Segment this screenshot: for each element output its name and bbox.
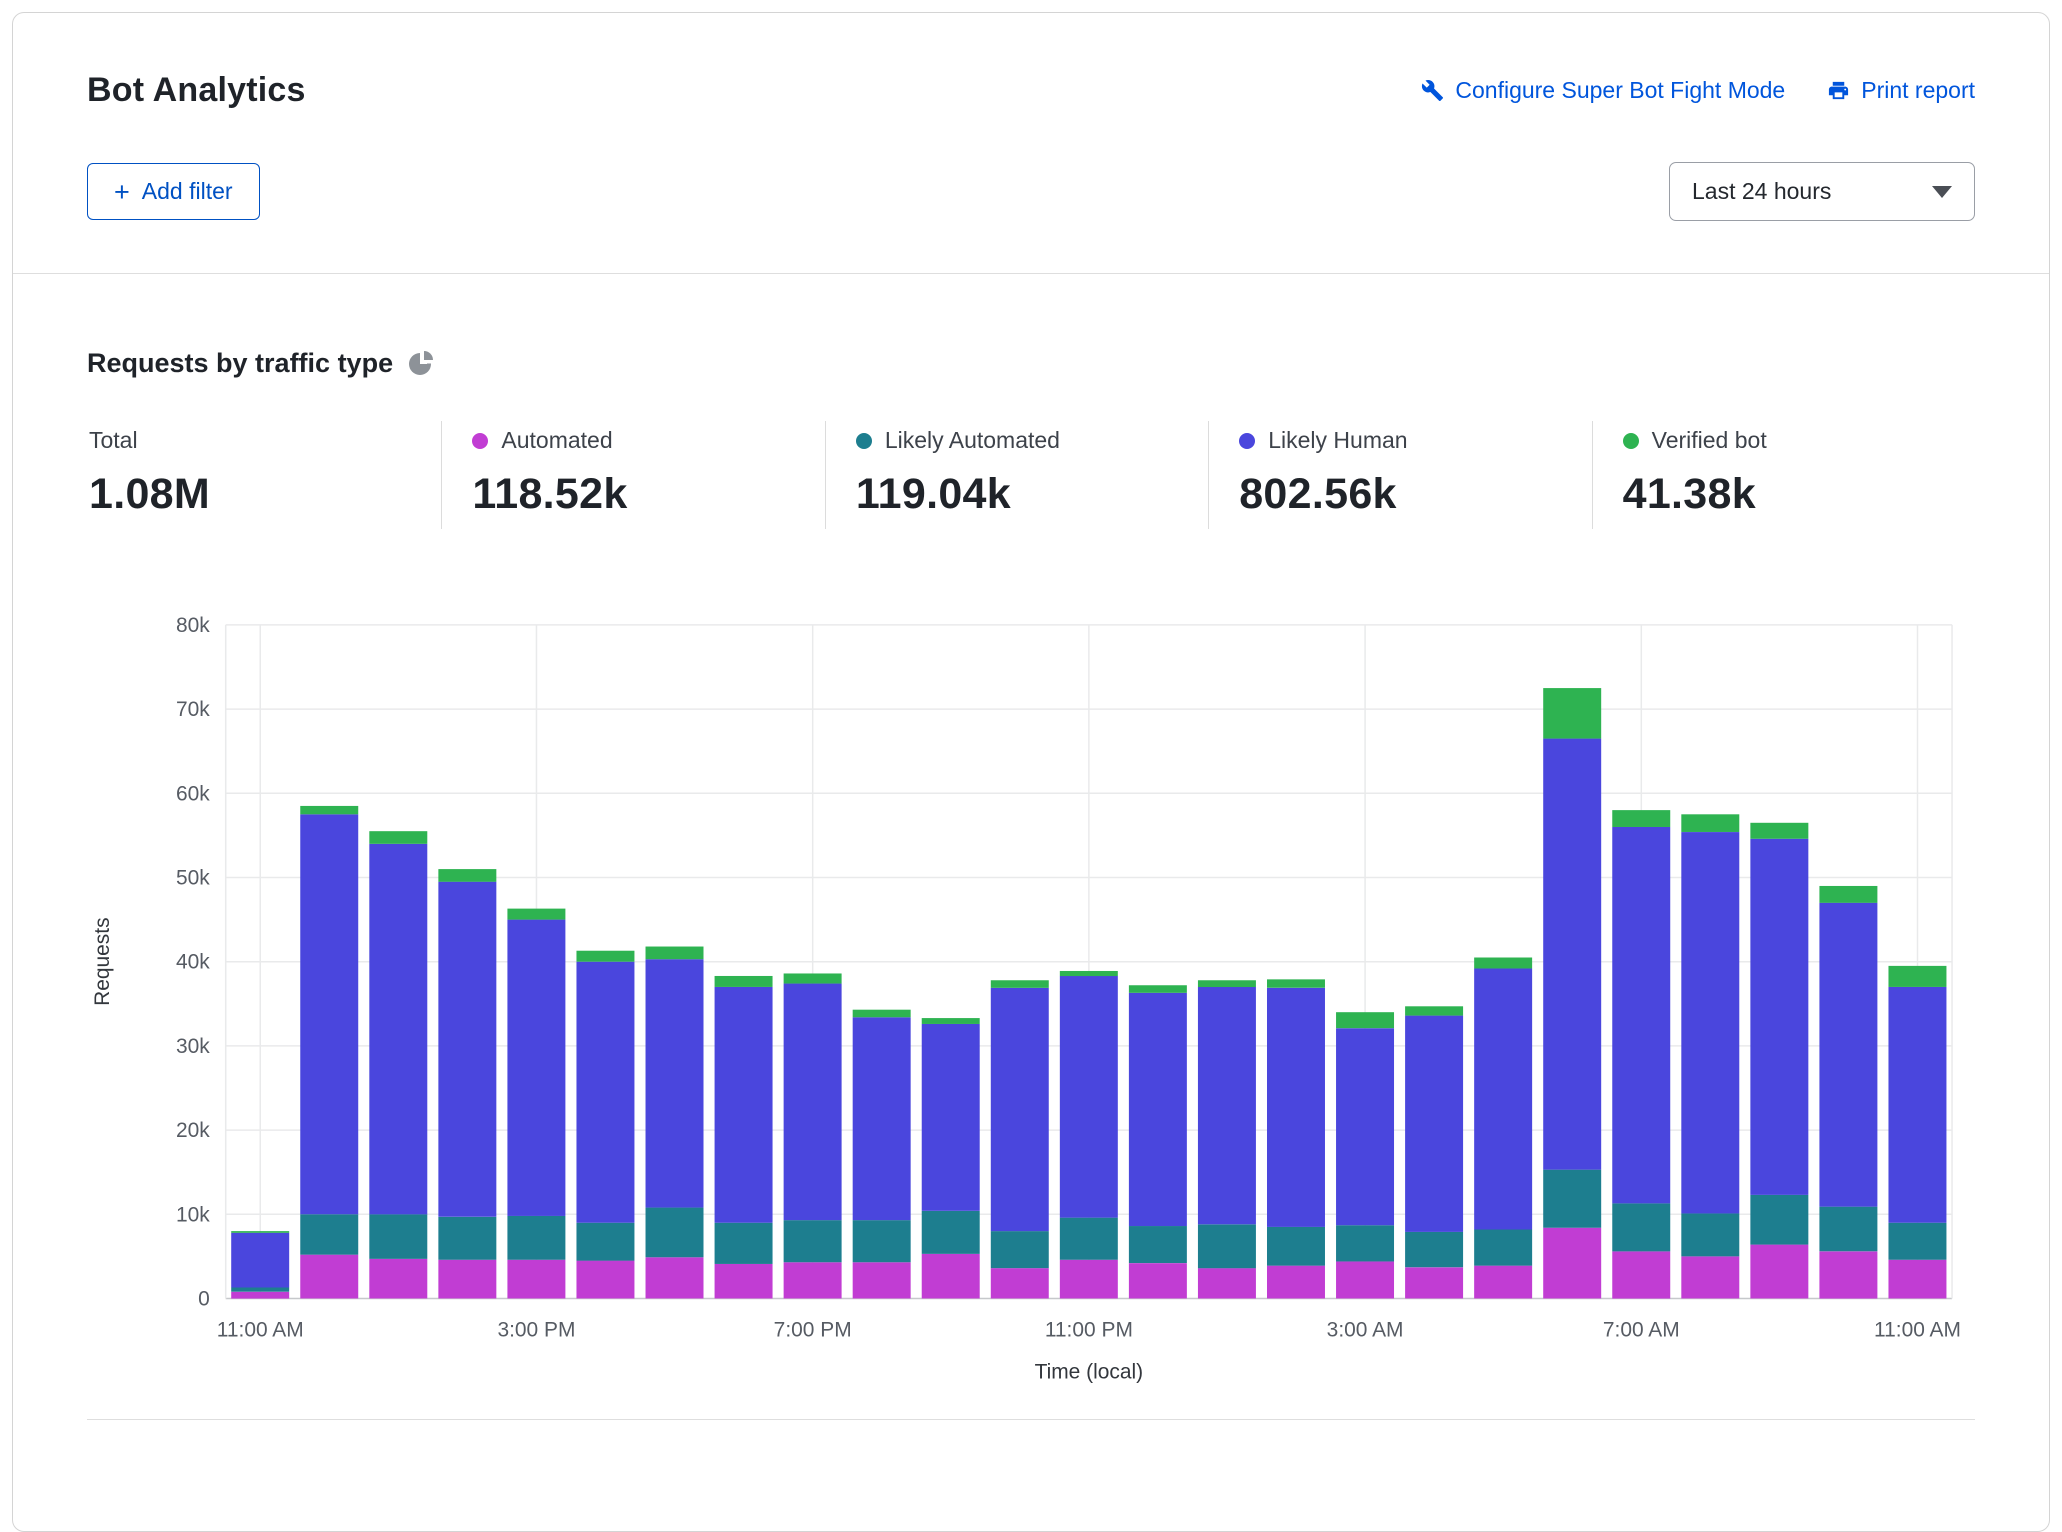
svg-text:70k: 70k [176, 698, 210, 721]
svg-text:10k: 10k [176, 1203, 210, 1226]
svg-text:7:00 AM: 7:00 AM [1603, 1318, 1680, 1341]
svg-text:11:00 AM: 11:00 AM [1874, 1318, 1961, 1341]
stat-automated-label: Automated [501, 427, 613, 453]
stat-total-label: Total [89, 427, 138, 453]
verified-bot-legend-dot [1622, 432, 1639, 449]
stat-likely-automated[interactable]: Likely Automated 119.04k [824, 421, 1208, 529]
section-divider [87, 1419, 1975, 1421]
svg-text:40k: 40k [176, 951, 210, 974]
svg-text:3:00 AM: 3:00 AM [1327, 1318, 1404, 1341]
add-filter-button[interactable]: + Add filter [87, 163, 260, 220]
page-title: Bot Analytics [87, 71, 306, 109]
likely-automated-legend-dot [855, 432, 872, 449]
printer-icon [1829, 81, 1849, 100]
print-report-link[interactable]: Print report [1827, 77, 1975, 104]
traffic-type-legend: Total 1.08M Automated 118.52k Likely Aut… [87, 421, 1975, 529]
stat-verified-bot-value: 41.38k [1622, 470, 1756, 518]
time-range-select[interactable]: Last 24 hours [1669, 162, 1975, 221]
wrench-icon [1422, 80, 1444, 102]
plus-icon: + [114, 176, 130, 207]
svg-text:30k: 30k [176, 1035, 210, 1058]
configure-super-bot-fight-mode-link[interactable]: Configure Super Bot Fight Mode [1421, 77, 1785, 104]
requests-by-traffic-type-section: Requests by traffic type Total 1.08M Aut… [13, 274, 2049, 1421]
card-header: Bot Analytics Configure Super Bot Fight … [13, 13, 2049, 274]
stat-likely-human-value: 802.56k [1239, 470, 1397, 518]
svg-text:0: 0 [198, 1287, 210, 1310]
stacked-bar-chart: 0 10k 20k 30k 40k 50k 60k 70k 80k 11:00 AM 3:00 PM… [87, 585, 1975, 1383]
add-filter-label: Add filter [141, 178, 233, 204]
stat-likely-automated-label: Likely Automated [884, 427, 1060, 453]
requests-chart-svg: 0 10k 20k 30k 40k 50k 60k 70k 80k 11:00 AM 3:00 PM… [91, 614, 1961, 1383]
svg-text:Time (local): Time (local) [1035, 1360, 1144, 1383]
chevron-down-icon [1932, 185, 1952, 198]
stat-automated-value: 118.52k [472, 470, 628, 518]
svg-text:11:00 PM: 11:00 PM [1045, 1318, 1133, 1341]
stat-likely-automated-value: 119.04k [855, 470, 1011, 518]
stat-likely-human-label: Likely Human [1268, 427, 1408, 453]
stat-verified-bot[interactable]: Verified bot 41.38k [1591, 421, 1975, 529]
svg-text:3:00 PM: 3:00 PM [497, 1318, 575, 1341]
stat-likely-human[interactable]: Likely Human 802.56k [1208, 421, 1591, 529]
automated-legend-dot [472, 432, 489, 449]
stat-verified-bot-label: Verified bot [1651, 427, 1767, 453]
stat-automated[interactable]: Automated 118.52k [441, 421, 824, 529]
section-title: Requests by traffic type [87, 348, 394, 378]
likely-human-legend-dot [1239, 432, 1256, 449]
stat-total-value: 1.08M [89, 470, 211, 518]
stat-total[interactable]: Total 1.08M [87, 421, 441, 529]
time-range-value: Last 24 hours [1692, 178, 1832, 204]
svg-text:7:00 PM: 7:00 PM [774, 1318, 852, 1341]
svg-text:60k: 60k [176, 782, 210, 805]
configure-super-bot-fight-mode-label: Configure Super Bot Fight Mode [1455, 77, 1786, 103]
print-report-label: Print report [1861, 77, 1975, 103]
svg-text:11:00 AM: 11:00 AM [217, 1318, 304, 1341]
svg-text:50k: 50k [176, 866, 210, 889]
header-links: Configure Super Bot Fight Mode Print rep… [1421, 77, 1975, 104]
pie-chart-icon [409, 350, 434, 375]
svg-text:80k: 80k [176, 614, 210, 637]
svg-text:20k: 20k [176, 1119, 210, 1142]
bot-analytics-card: Bot Analytics Configure Super Bot Fight … [12, 12, 2050, 1532]
svg-text:Requests: Requests [91, 917, 114, 1005]
